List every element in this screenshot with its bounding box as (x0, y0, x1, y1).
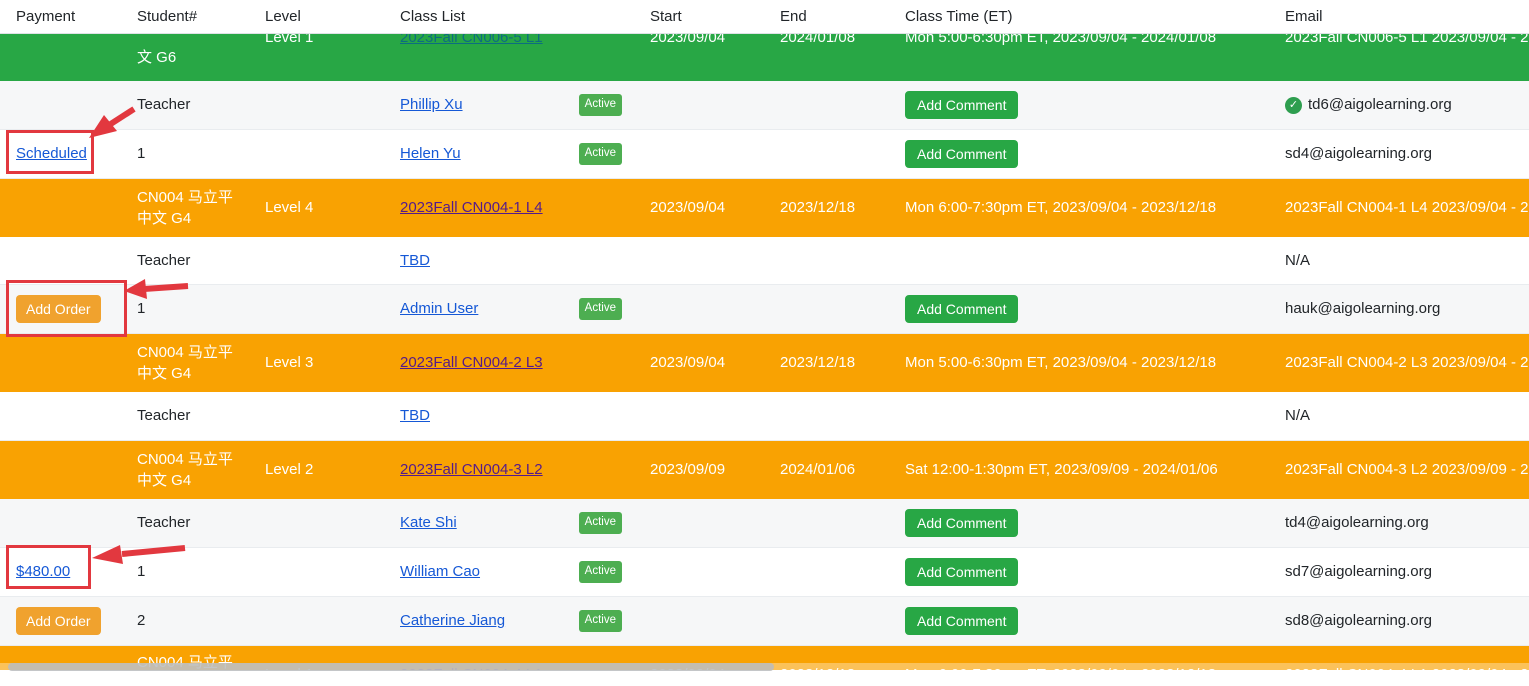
class-email: 2023Fall CN004-2 L3 2023/09/04 - 2023/ (1269, 353, 1529, 373)
student-number: 1 (121, 562, 249, 582)
student-name-link[interactable]: Catherine Jiang (400, 611, 505, 631)
col-header-student-num: Student# (121, 7, 249, 27)
class-start-date: 2023/09/09 (634, 460, 764, 480)
add-comment-button[interactable]: Add Comment (905, 509, 1018, 538)
teacher-email: N/A (1269, 251, 1529, 271)
student-email: sd4@aigolearning.org (1269, 144, 1529, 164)
horizontal-scrollbar-thumb[interactable] (8, 663, 774, 671)
table-row-student: Scheduled 1 Helen Yu Active Add Comment … (0, 130, 1529, 179)
class-time: Mon 5:00-6:30pm ET, 2023/09/04 - 2023/12… (889, 353, 1269, 373)
table-row-teacher: Teacher TBD N/A (0, 392, 1529, 441)
payment-scheduled-link[interactable]: Scheduled (16, 145, 87, 162)
teacher-email: td6@aigolearning.org (1308, 95, 1452, 115)
class-end-date: 2023/12/18 (764, 353, 889, 373)
student-name-link[interactable]: Admin User (400, 299, 478, 319)
status-badge: Active (579, 561, 622, 583)
student-number: 1 (121, 299, 249, 319)
class-link[interactable]: 2023Fall CN006-5 L1 (400, 34, 543, 46)
class-level: Level 4 (249, 198, 384, 218)
teacher-label: Teacher (121, 406, 249, 426)
verified-check-icon: ✓ (1285, 97, 1302, 114)
teacher-email: N/A (1269, 406, 1529, 426)
add-comment-button[interactable]: Add Comment (905, 91, 1018, 120)
schedule-table: Payment Student# Level Class List Start … (0, 0, 1529, 679)
bottom-strip (0, 670, 1529, 686)
class-email: 2023Fall CN006-5 L1 2023/09/04 - 2024/ (1269, 34, 1529, 48)
table-row-teacher: Teacher Phillip Xu Active Add Comment ✓ … (0, 81, 1529, 130)
status-badge: Active (579, 512, 622, 534)
class-link[interactable]: 2023Fall CN004-1 L4 (400, 199, 543, 216)
status-badge: Active (579, 610, 622, 632)
col-header-class-list: Class List (384, 7, 634, 27)
class-link[interactable]: 2023Fall CN004-2 L3 (400, 354, 543, 371)
table-row-teacher: Teacher TBD N/A (0, 237, 1529, 285)
add-comment-button[interactable]: Add Comment (905, 295, 1018, 324)
student-number: 1 (121, 144, 249, 164)
table-row-student: Add Order 1 Admin User Active Add Commen… (0, 285, 1529, 334)
class-email: 2023Fall CN004-3 L2 2023/09/09 - 2024/ (1269, 460, 1529, 480)
class-email: 2023Fall CN004-1 L4 2023/09/04 - 2023/ (1269, 198, 1529, 218)
payment-amount-link[interactable]: $480.00 (16, 563, 70, 580)
teacher-name-link[interactable]: TBD (400, 252, 430, 269)
class-end-date: 2024/01/06 (764, 460, 889, 480)
table-row-student: Add Order 2 Catherine Jiang Active Add C… (0, 597, 1529, 646)
student-email: sd7@aigolearning.org (1269, 562, 1529, 582)
col-header-class-time: Class Time (ET) (889, 7, 1269, 27)
status-badge: Active (579, 298, 622, 320)
teacher-name-link[interactable]: TBD (400, 407, 430, 424)
col-header-email: Email (1269, 7, 1529, 27)
student-name-link[interactable]: Helen Yu (400, 144, 461, 164)
status-badge: Active (579, 143, 622, 165)
teacher-name-link[interactable]: Phillip Xu (400, 95, 463, 115)
table-row-class-cn004-2: CN004 马立平中文 G4 Level 3 2023Fall CN004-2 … (0, 334, 1529, 392)
teacher-name-link[interactable]: Kate Shi (400, 513, 457, 533)
class-name: 文 G6 (121, 47, 249, 68)
col-header-start: Start (634, 7, 764, 27)
col-header-payment: Payment (0, 7, 121, 27)
class-time: Mon 6:00-7:30pm ET, 2023/09/04 - 2023/12… (889, 198, 1269, 218)
table-row-class-cn006-5: 文 G6 Level 1 2023Fall CN006-5 L1 2023/09… (0, 34, 1529, 81)
class-time: Sat 12:00-1:30pm ET, 2023/09/09 - 2024/0… (889, 460, 1269, 480)
class-link[interactable]: 2023Fall CN004-3 L2 (400, 461, 543, 478)
table-header-row: Payment Student# Level Class List Start … (0, 0, 1529, 34)
class-start-date: 2023/09/04 (634, 353, 764, 373)
class-name: CN004 马立平中文 G4 (121, 187, 249, 229)
student-name-link[interactable]: William Cao (400, 562, 480, 582)
add-comment-button[interactable]: Add Comment (905, 140, 1018, 169)
class-name: CN004 马立平中文 G4 (121, 342, 249, 384)
teacher-label: Teacher (121, 95, 249, 115)
table-row-class-cn004-3: CN004 马立平中文 G4 Level 2 2023Fall CN004-3 … (0, 441, 1529, 499)
student-number: 2 (121, 611, 249, 631)
add-comment-button[interactable]: Add Comment (905, 607, 1018, 636)
student-email: hauk@aigolearning.org (1269, 299, 1529, 319)
table-row-student: $480.00 1 William Cao Active Add Comment… (0, 548, 1529, 597)
class-name: CN004 马立平中文 G4 (121, 449, 249, 491)
student-email: sd8@aigolearning.org (1269, 611, 1529, 631)
class-end-date: 2023/12/18 (764, 198, 889, 218)
col-header-end: End (764, 7, 889, 27)
class-time: Mon 5:00-6:30pm ET, 2023/09/04 - 2024/01… (889, 34, 1269, 48)
table-row-teacher: Teacher Kate Shi Active Add Comment td4@… (0, 499, 1529, 548)
teacher-label: Teacher (121, 251, 249, 271)
class-start-date: 2023/09/04 (634, 198, 764, 218)
class-level: Level 1 (249, 34, 384, 48)
class-end-date: 2024/01/08 (764, 34, 889, 48)
class-start-date: 2023/09/04 (634, 34, 764, 48)
col-header-level: Level (249, 7, 384, 27)
table-row-class-cn004-1: CN004 马立平中文 G4 Level 4 2023Fall CN004-1 … (0, 179, 1529, 237)
class-level: Level 2 (249, 460, 384, 480)
status-badge: Active (579, 94, 622, 116)
teacher-label: Teacher (121, 513, 249, 533)
teacher-email: td4@aigolearning.org (1269, 513, 1529, 533)
add-order-button[interactable]: Add Order (16, 295, 101, 324)
class-level: Level 3 (249, 353, 384, 373)
add-comment-button[interactable]: Add Comment (905, 558, 1018, 587)
add-order-button[interactable]: Add Order (16, 607, 101, 636)
